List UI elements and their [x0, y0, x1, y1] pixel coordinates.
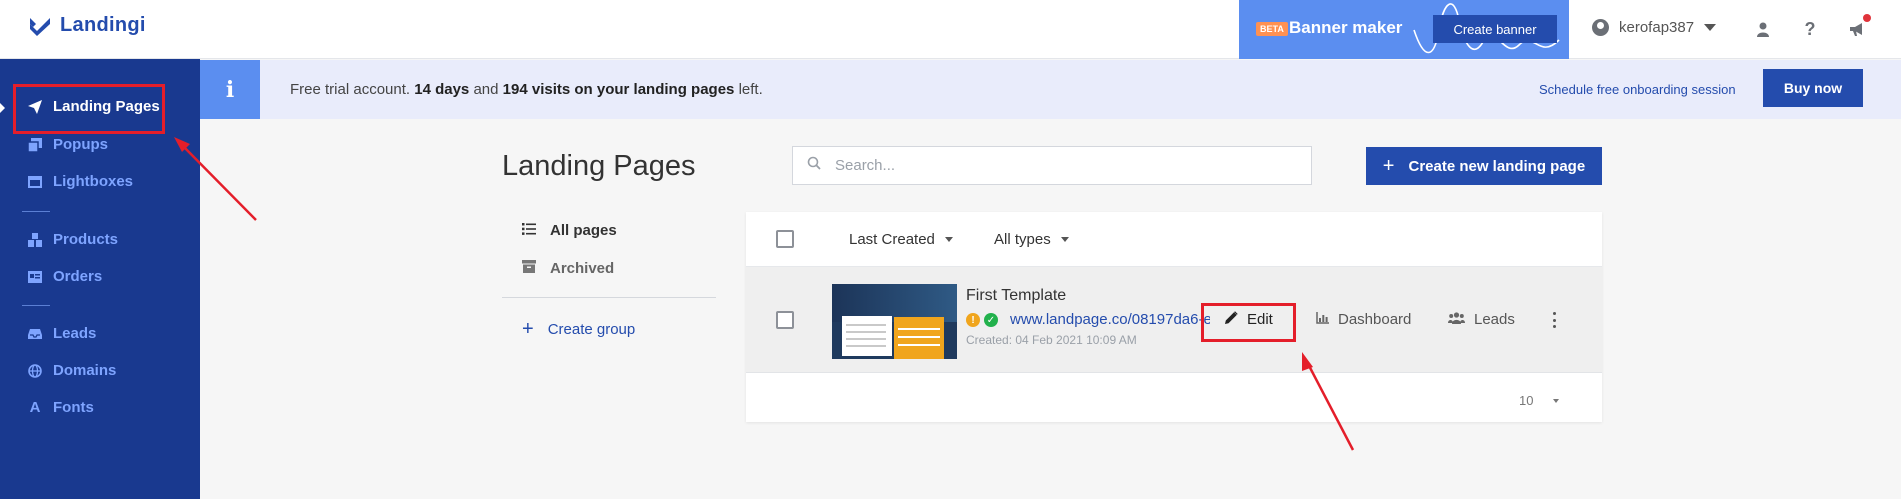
font-icon: A [29, 399, 41, 416]
warning-status-icon: ! [966, 313, 980, 327]
sidebar-item-products[interactable]: Products [28, 231, 118, 248]
select-all-checkbox[interactable] [776, 230, 794, 248]
dashboard-button[interactable]: Dashboard [1316, 311, 1411, 328]
sidebar-item-popups[interactable]: Popups [28, 136, 108, 153]
inbox-icon [28, 327, 42, 341]
row-checkbox[interactable] [776, 311, 794, 329]
sidebar-item-label: Leads [53, 325, 97, 342]
plus-icon: + [522, 318, 534, 340]
sidebar-item-lightboxes[interactable]: Lightboxes [28, 173, 133, 190]
leads-button[interactable]: Leads [1448, 311, 1515, 328]
annotation-box-edit [1201, 303, 1296, 342]
create-group-label: Create group [547, 321, 636, 338]
sidebar-item-leads[interactable]: Leads [28, 325, 96, 342]
help-icon[interactable]: ? [1799, 18, 1821, 40]
filter-archived-label: Archived [550, 260, 615, 277]
filter-all-pages-label: All pages [550, 222, 617, 239]
page-title: Landing Pages [502, 150, 696, 182]
account-icon[interactable] [1752, 18, 1774, 40]
filter-archived[interactable]: Archived [522, 260, 614, 277]
sidebar-item-label: Lightboxes [53, 173, 134, 190]
sidebar-item-label: Popups [53, 136, 108, 153]
type-dropdown-label: All types [994, 231, 1051, 248]
type-dropdown[interactable]: All types [994, 231, 1069, 248]
orders-icon [28, 270, 42, 284]
dashboard-button-label: Dashboard [1338, 311, 1412, 328]
list-icon [522, 222, 536, 239]
info-icon: i [200, 60, 260, 119]
chart-icon [1316, 311, 1329, 328]
notification-dot [1863, 14, 1871, 22]
trial-days: 14 days [414, 81, 470, 98]
per-page-value: 10 [1519, 393, 1534, 408]
sort-dropdown[interactable]: Last Created [849, 231, 953, 248]
schedule-onboarding-link[interactable]: Schedule free onboarding session [1539, 82, 1736, 97]
popups-icon [28, 137, 42, 152]
create-landing-page-button[interactable]: + Create new landing page [1366, 147, 1602, 185]
top-bar: Landingi BETA Banner maker Create banner… [0, 0, 1901, 59]
logo-text: Landingi [60, 14, 146, 36]
sidebar-item-label: Orders [53, 268, 103, 285]
table-header: Last Created All types [746, 212, 1602, 267]
sidebar-item-label: Domains [53, 362, 117, 379]
annotation-box-landing-pages [13, 84, 165, 134]
chevron-down-icon [944, 237, 953, 242]
buy-now-button[interactable]: Buy now [1763, 69, 1863, 107]
landingi-logo[interactable]: Landingi [28, 14, 146, 37]
landing-page-name[interactable]: First Template [966, 287, 1066, 305]
banner-maker-title: Banner maker [1289, 18, 1403, 37]
landingi-logo-icon [30, 17, 50, 36]
published-check-icon: ✓ [984, 313, 998, 327]
trial-visits: 194 visits on your landing pages [502, 81, 735, 98]
lightbox-icon [28, 175, 42, 189]
sort-dropdown-label: Last Created [849, 231, 935, 248]
trial-info-bar: i Free trial account. 14 days and 194 vi… [200, 60, 1901, 119]
leads-button-label: Leads [1474, 311, 1515, 328]
trial-info-text: Free trial account. 14 days and 194 visi… [290, 81, 763, 98]
chevron-down-icon [1060, 237, 1069, 242]
search-icon [807, 156, 821, 175]
more-options-icon[interactable] [1546, 310, 1562, 330]
create-landing-page-label: Create new landing page [1408, 157, 1586, 175]
search-input[interactable] [835, 157, 1275, 174]
trial-text-prefix: Free trial account. [290, 81, 411, 98]
search-box[interactable] [792, 146, 1312, 185]
username: kerofap387 [1619, 19, 1695, 36]
users-icon [1448, 311, 1465, 328]
globe-icon [28, 363, 42, 378]
banner-maker-promo[interactable]: BETA Banner maker Create banner [1239, 0, 1569, 59]
chevron-down-icon [1704, 24, 1717, 31]
created-date: Created: 04 Feb 2021 10:09 AM [966, 333, 1137, 347]
per-page-select[interactable]: 10 [1519, 393, 1560, 408]
plus-icon: + [1382, 154, 1395, 177]
landing-page-thumbnail[interactable] [832, 284, 957, 359]
user-menu[interactable]: kerofap387 [1592, 19, 1717, 36]
create-group-link[interactable]: + Create group [522, 318, 635, 341]
archive-icon [522, 260, 536, 277]
sidebar-item-label: Products [53, 231, 119, 248]
sidebar-item-orders[interactable]: Orders [28, 268, 102, 285]
active-item-marker [0, 103, 5, 113]
trial-text-middle: and [473, 81, 499, 98]
landing-page-url-link[interactable]: www.landpage.co/08197da6-e [1010, 311, 1210, 328]
table-row: First Template ! ✓ www.landpage.co/08197… [746, 267, 1602, 373]
filter-all-pages[interactable]: All pages [522, 222, 617, 239]
left-menu-divider [502, 297, 716, 298]
avatar-icon [1592, 19, 1609, 36]
sidebar-item-domains[interactable]: Domains [28, 362, 116, 379]
boxes-icon [28, 232, 42, 247]
sidebar-item-label: Fonts [53, 399, 94, 416]
chevron-down-icon [1553, 398, 1560, 403]
create-banner-button[interactable]: Create banner [1433, 15, 1557, 43]
landing-pages-table: Last Created All types First Template ! … [746, 212, 1602, 422]
sidebar-divider [22, 305, 50, 306]
sidebar-divider [22, 211, 50, 212]
beta-badge: BETA [1256, 22, 1288, 36]
megaphone-icon[interactable] [1846, 14, 1871, 40]
sidebar-item-fonts[interactable]: A Fonts [28, 399, 94, 416]
trial-text-suffix: left. [738, 81, 763, 98]
